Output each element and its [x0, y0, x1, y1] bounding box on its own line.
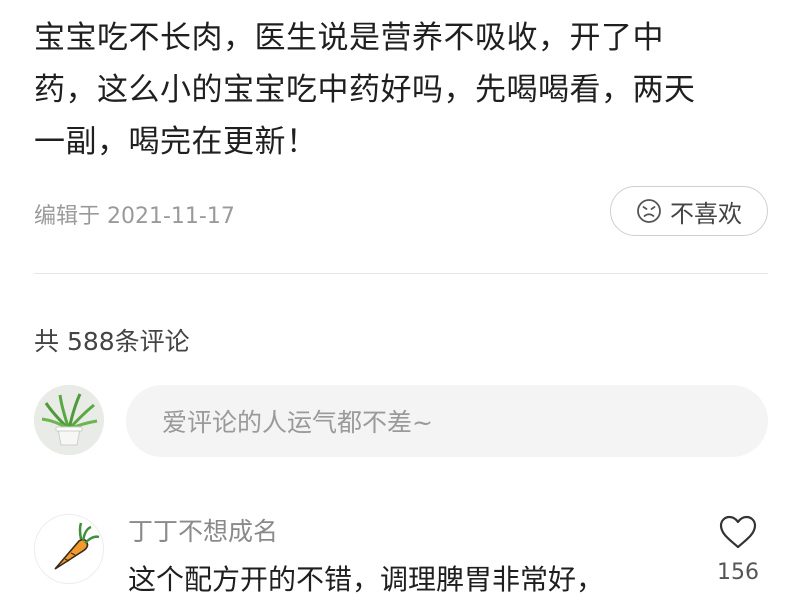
comment-text: 这个配方开的不错，调理脾胃非常好， [128, 563, 605, 596]
plant-avatar-icon [34, 385, 104, 455]
dislike-label: 不喜欢 [670, 199, 742, 228]
carrot-avatar-icon [35, 515, 103, 583]
like-count: 156 [717, 560, 759, 585]
list-item: 丁丁不想成名 这个配方开的不错，调理脾胃非常好， 156 [34, 508, 800, 600]
post-body: 宝宝吃不长肉，医生说是营养不吸收，开了中 药，这么小的宝宝吃中药好吗，先喝喝看，… [34, 12, 774, 168]
post-body-line: 药，这么小的宝宝吃中药好吗，先喝喝看，两天 [34, 72, 696, 108]
dislike-button[interactable]: 不喜欢 [610, 186, 768, 236]
post-body-line: 宝宝吃不长肉，医生说是营养不吸收，开了中 [34, 20, 664, 56]
post-detail-page: 宝宝吃不长肉，医生说是营养不吸收，开了中 药，这么小的宝宝吃中药好吗，先喝喝看，… [0, 0, 800, 600]
edit-time: 编辑于 2021-11-17 [34, 204, 235, 229]
sad-face-icon [636, 198, 662, 224]
avatar[interactable] [34, 385, 104, 455]
post-body-line: 一副，喝完在更新！ [34, 124, 318, 160]
commenter-name[interactable]: 丁丁不想成名 [128, 512, 278, 548]
avatar[interactable] [34, 514, 104, 584]
divider [34, 273, 768, 274]
heart-icon [708, 514, 768, 550]
comment-input[interactable]: 爱评论的人运气都不差~ [126, 385, 768, 457]
comment-count: 共 588条评论 [34, 327, 190, 356]
comment-input-placeholder: 爱评论的人运气都不差~ [162, 408, 433, 437]
like-button[interactable]: 156 [708, 514, 768, 585]
post-meta-row: 编辑于 2021-11-17 不喜欢 [34, 186, 768, 240]
